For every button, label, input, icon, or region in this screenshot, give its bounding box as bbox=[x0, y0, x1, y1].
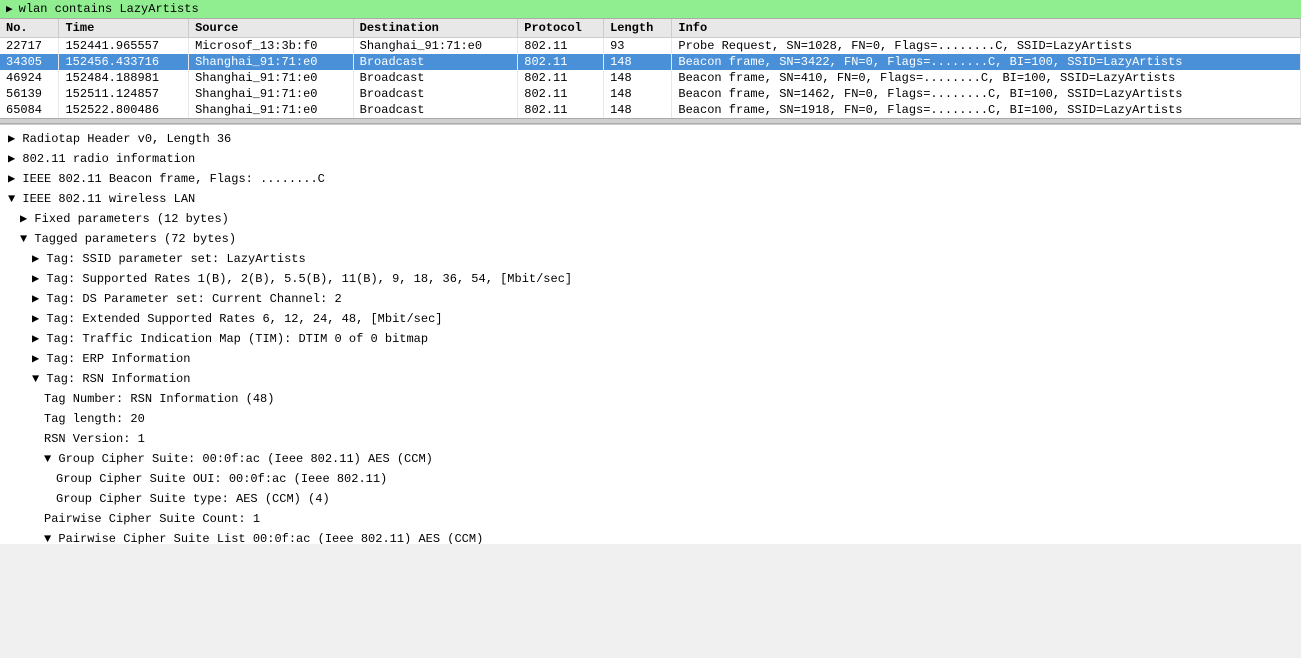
cell-3: Broadcast bbox=[353, 102, 518, 118]
detail-line: RSN Version: 1 bbox=[0, 429, 1301, 449]
detail-line[interactable]: ▼ Group Cipher Suite: 00:0f:ac (Ieee 802… bbox=[0, 449, 1301, 469]
detail-line[interactable]: ▶ IEEE 802.11 Beacon frame, Flags: .....… bbox=[0, 169, 1301, 189]
col-length: Length bbox=[604, 19, 672, 38]
filter-arrow: ▶ bbox=[6, 2, 13, 16]
cell-4: 802.11 bbox=[518, 86, 604, 102]
col-time: Time bbox=[59, 19, 189, 38]
detail-line[interactable]: ▼ IEEE 802.11 wireless LAN bbox=[0, 189, 1301, 209]
table-row[interactable]: 65084152522.800486Shanghai_91:71:e0Broad… bbox=[0, 102, 1301, 118]
cell-4: 802.11 bbox=[518, 102, 604, 118]
cell-6: Probe Request, SN=1028, FN=0, Flags=....… bbox=[672, 38, 1301, 55]
cell-1: 152522.800486 bbox=[59, 102, 189, 118]
col-info: Info bbox=[672, 19, 1301, 38]
packet-list-container: No. Time Source Destination Protocol Len… bbox=[0, 19, 1301, 118]
cell-2: Shanghai_91:71:e0 bbox=[189, 70, 354, 86]
detail-line[interactable]: ▶ Tag: ERP Information bbox=[0, 349, 1301, 369]
cell-0: 34305 bbox=[0, 54, 59, 70]
detail-line: Tag Number: RSN Information (48) bbox=[0, 389, 1301, 409]
detail-line: Group Cipher Suite type: AES (CCM) (4) bbox=[0, 489, 1301, 509]
table-row[interactable]: 22717152441.965557Microsof_13:3b:f0Shang… bbox=[0, 38, 1301, 55]
cell-2: Microsof_13:3b:f0 bbox=[189, 38, 354, 55]
cell-4: 802.11 bbox=[518, 70, 604, 86]
cell-3: Broadcast bbox=[353, 86, 518, 102]
filter-text: wlan contains LazyArtists bbox=[19, 2, 199, 16]
detail-line: Group Cipher Suite OUI: 00:0f:ac (Ieee 8… bbox=[0, 469, 1301, 489]
cell-3: Broadcast bbox=[353, 54, 518, 70]
filter-bar: ▶ wlan contains LazyArtists bbox=[0, 0, 1301, 19]
detail-line[interactable]: ▶ Radiotap Header v0, Length 36 bbox=[0, 129, 1301, 149]
col-destination: Destination bbox=[353, 19, 518, 38]
table-row[interactable]: 34305152456.433716Shanghai_91:71:e0Broad… bbox=[0, 54, 1301, 70]
cell-1: 152441.965557 bbox=[59, 38, 189, 55]
detail-line[interactable]: ▼ Tag: RSN Information bbox=[0, 369, 1301, 389]
cell-5: 148 bbox=[604, 54, 672, 70]
cell-5: 93 bbox=[604, 38, 672, 55]
cell-2: Shanghai_91:71:e0 bbox=[189, 102, 354, 118]
detail-lines: ▶ Radiotap Header v0, Length 36▶ 802.11 … bbox=[0, 129, 1301, 544]
detail-line[interactable]: ▼ Tagged parameters (72 bytes) bbox=[0, 229, 1301, 249]
cell-5: 148 bbox=[604, 86, 672, 102]
detail-panel: ▶ Radiotap Header v0, Length 36▶ 802.11 … bbox=[0, 124, 1301, 544]
cell-2: Shanghai_91:71:e0 bbox=[189, 54, 354, 70]
detail-line[interactable]: ▼ Pairwise Cipher Suite List 00:0f:ac (I… bbox=[0, 529, 1301, 544]
table-row[interactable]: 56139152511.124857Shanghai_91:71:e0Broad… bbox=[0, 86, 1301, 102]
cell-2: Shanghai_91:71:e0 bbox=[189, 86, 354, 102]
cell-5: 148 bbox=[604, 70, 672, 86]
cell-6: Beacon frame, SN=1462, FN=0, Flags=.....… bbox=[672, 86, 1301, 102]
detail-line[interactable]: ▶ Tag: Supported Rates 1(B), 2(B), 5.5(B… bbox=[0, 269, 1301, 289]
col-source: Source bbox=[189, 19, 354, 38]
cell-0: 46924 bbox=[0, 70, 59, 86]
cell-5: 148 bbox=[604, 102, 672, 118]
detail-line: Tag length: 20 bbox=[0, 409, 1301, 429]
detail-line[interactable]: ▶ Tag: Traffic Indication Map (TIM): DTI… bbox=[0, 329, 1301, 349]
cell-4: 802.11 bbox=[518, 54, 604, 70]
detail-line[interactable]: ▶ Tag: Extended Supported Rates 6, 12, 2… bbox=[0, 309, 1301, 329]
packet-table: No. Time Source Destination Protocol Len… bbox=[0, 19, 1301, 118]
detail-line[interactable]: ▶ Tag: SSID parameter set: LazyArtists bbox=[0, 249, 1301, 269]
detail-line[interactable]: ▶ Fixed parameters (12 bytes) bbox=[0, 209, 1301, 229]
detail-line[interactable]: ▶ 802.11 radio information bbox=[0, 149, 1301, 169]
detail-line: Pairwise Cipher Suite Count: 1 bbox=[0, 509, 1301, 529]
cell-1: 152511.124857 bbox=[59, 86, 189, 102]
cell-3: Shanghai_91:71:e0 bbox=[353, 38, 518, 55]
cell-0: 22717 bbox=[0, 38, 59, 55]
table-row[interactable]: 46924152484.188981Shanghai_91:71:e0Broad… bbox=[0, 70, 1301, 86]
cell-4: 802.11 bbox=[518, 38, 604, 55]
cell-6: Beacon frame, SN=410, FN=0, Flags=......… bbox=[672, 70, 1301, 86]
cell-1: 152484.188981 bbox=[59, 70, 189, 86]
col-protocol: Protocol bbox=[518, 19, 604, 38]
cell-0: 65084 bbox=[0, 102, 59, 118]
detail-line[interactable]: ▶ Tag: DS Parameter set: Current Channel… bbox=[0, 289, 1301, 309]
cell-3: Broadcast bbox=[353, 70, 518, 86]
cell-6: Beacon frame, SN=3422, FN=0, Flags=.....… bbox=[672, 54, 1301, 70]
table-header: No. Time Source Destination Protocol Len… bbox=[0, 19, 1301, 38]
col-no: No. bbox=[0, 19, 59, 38]
cell-6: Beacon frame, SN=1918, FN=0, Flags=.....… bbox=[672, 102, 1301, 118]
cell-0: 56139 bbox=[0, 86, 59, 102]
cell-1: 152456.433716 bbox=[59, 54, 189, 70]
packet-rows: 22717152441.965557Microsof_13:3b:f0Shang… bbox=[0, 38, 1301, 119]
